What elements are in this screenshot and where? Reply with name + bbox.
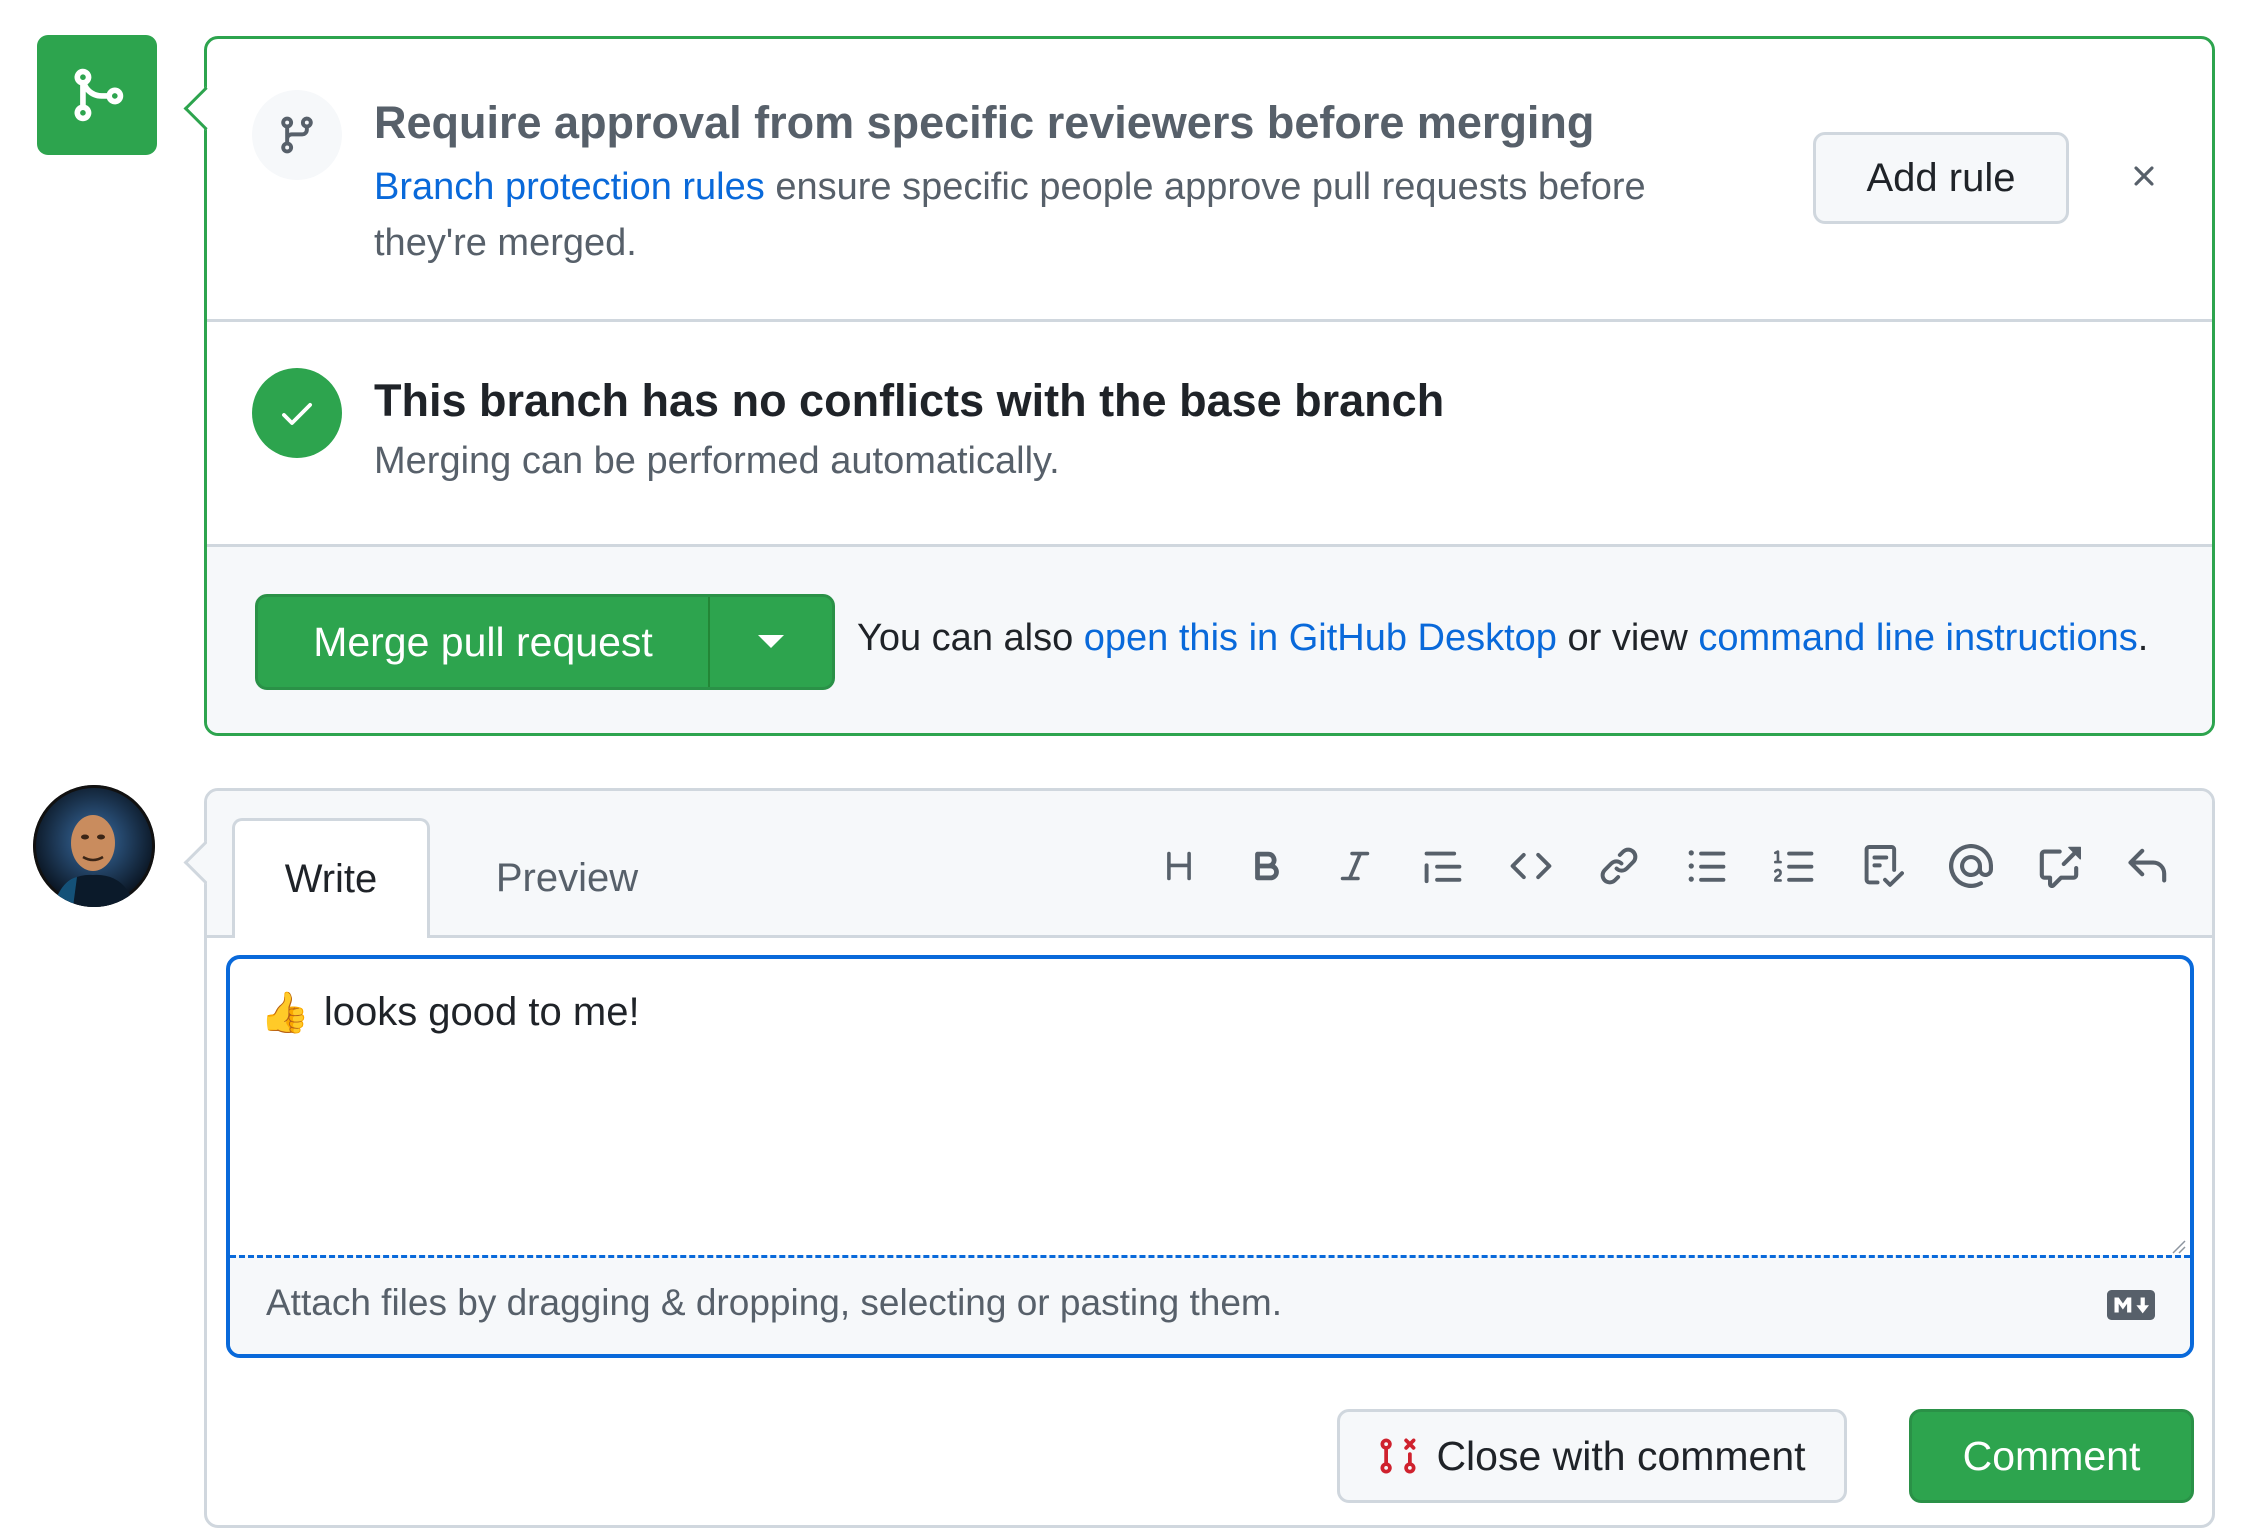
mention-icon[interactable] <box>1941 836 2001 896</box>
task-list-icon[interactable] <box>1853 836 1913 896</box>
attach-files-text: Attach files by dragging & dropping, sel… <box>266 1282 1283 1323</box>
close-icon <box>2134 166 2154 186</box>
resize-grip-icon[interactable] <box>2170 1238 2186 1254</box>
merge-button-group: Merge pull request <box>255 594 835 690</box>
merge-status-icon-box <box>37 35 157 155</box>
unordered-list-icon[interactable] <box>1677 836 1737 896</box>
merge-action-section: Merge pull request You can also open thi… <box>207 547 2212 733</box>
github-desktop-link[interactable]: open this in GitHub Desktop <box>1084 617 1557 659</box>
dismiss-button[interactable] <box>2119 151 2169 201</box>
merge-note: You can also open this in GitHub Desktop… <box>857 617 2148 660</box>
git-merge-icon <box>74 68 124 122</box>
close-with-comment-button[interactable]: Close with comment <box>1337 1409 1847 1503</box>
merge-method-dropdown[interactable] <box>708 597 832 687</box>
italic-icon[interactable] <box>1325 836 1385 896</box>
merge-note-middle: or view <box>1556 617 1699 659</box>
merge-pull-request-button[interactable]: Merge pull request <box>258 597 708 687</box>
branch-protection-rules-link[interactable]: Branch protection rules <box>374 166 765 208</box>
comment-textarea[interactable]: 👍 looks good to me! Attach files by drag… <box>226 955 2194 1358</box>
avatar[interactable] <box>33 785 155 907</box>
check-circle-icon <box>252 368 342 458</box>
bold-icon[interactable] <box>1237 836 1297 896</box>
thumbs-up-emoji: 👍 <box>260 991 310 1035</box>
merge-note-suffix: . <box>2137 617 2149 659</box>
tab-preview[interactable]: Preview <box>452 818 682 938</box>
conflicts-description: Merging can be performed automatically. <box>374 440 1060 482</box>
conflicts-section: This branch has no conflicts with the ba… <box>207 322 2212 547</box>
comment-body: looks good to me! <box>323 990 640 1034</box>
conflicts-title: This branch has no conflicts with the ba… <box>374 375 1445 426</box>
approval-title: Require approval from specific reviewers… <box>374 97 1595 148</box>
add-rule-button[interactable]: Add rule <box>1813 132 2069 224</box>
approval-description: Branch protection rules ensure specific … <box>374 159 1674 271</box>
approval-section: Require approval from specific reviewers… <box>207 39 2212 322</box>
close-with-comment-label: Close with comment <box>1436 1432 1806 1479</box>
comment-form: Write Preview 👍 looks good to me! Attach… <box>183 788 2215 1528</box>
merge-note-prefix: You can also <box>857 617 1084 659</box>
pull-request-closed-icon <box>1380 1438 1416 1474</box>
command-line-instructions-link[interactable]: command line instructions <box>1698 617 2137 659</box>
branch-icon <box>252 90 342 180</box>
tab-write[interactable]: Write <box>232 818 430 938</box>
comment-tabs-header: Write Preview <box>207 791 2212 938</box>
reply-icon[interactable] <box>2117 836 2177 896</box>
link-icon[interactable] <box>1589 836 1649 896</box>
heading-icon[interactable] <box>1149 836 1209 896</box>
code-icon[interactable] <box>1501 836 1561 896</box>
quote-icon[interactable] <box>1413 836 1473 896</box>
markdown-toolbar <box>1121 836 2177 896</box>
cross-reference-icon[interactable] <box>2029 836 2089 896</box>
merge-box: Require approval from specific reviewers… <box>183 36 2215 736</box>
triangle-down-icon <box>758 635 784 648</box>
comment-button[interactable]: Comment <box>1909 1409 2194 1503</box>
comment-text: 👍 looks good to me! <box>260 989 640 1036</box>
markdown-icon[interactable] <box>2106 1290 2156 1320</box>
ordered-list-icon[interactable] <box>1765 836 1825 896</box>
file-attachment-bar[interactable]: Attach files by dragging & dropping, sel… <box>230 1255 2190 1354</box>
